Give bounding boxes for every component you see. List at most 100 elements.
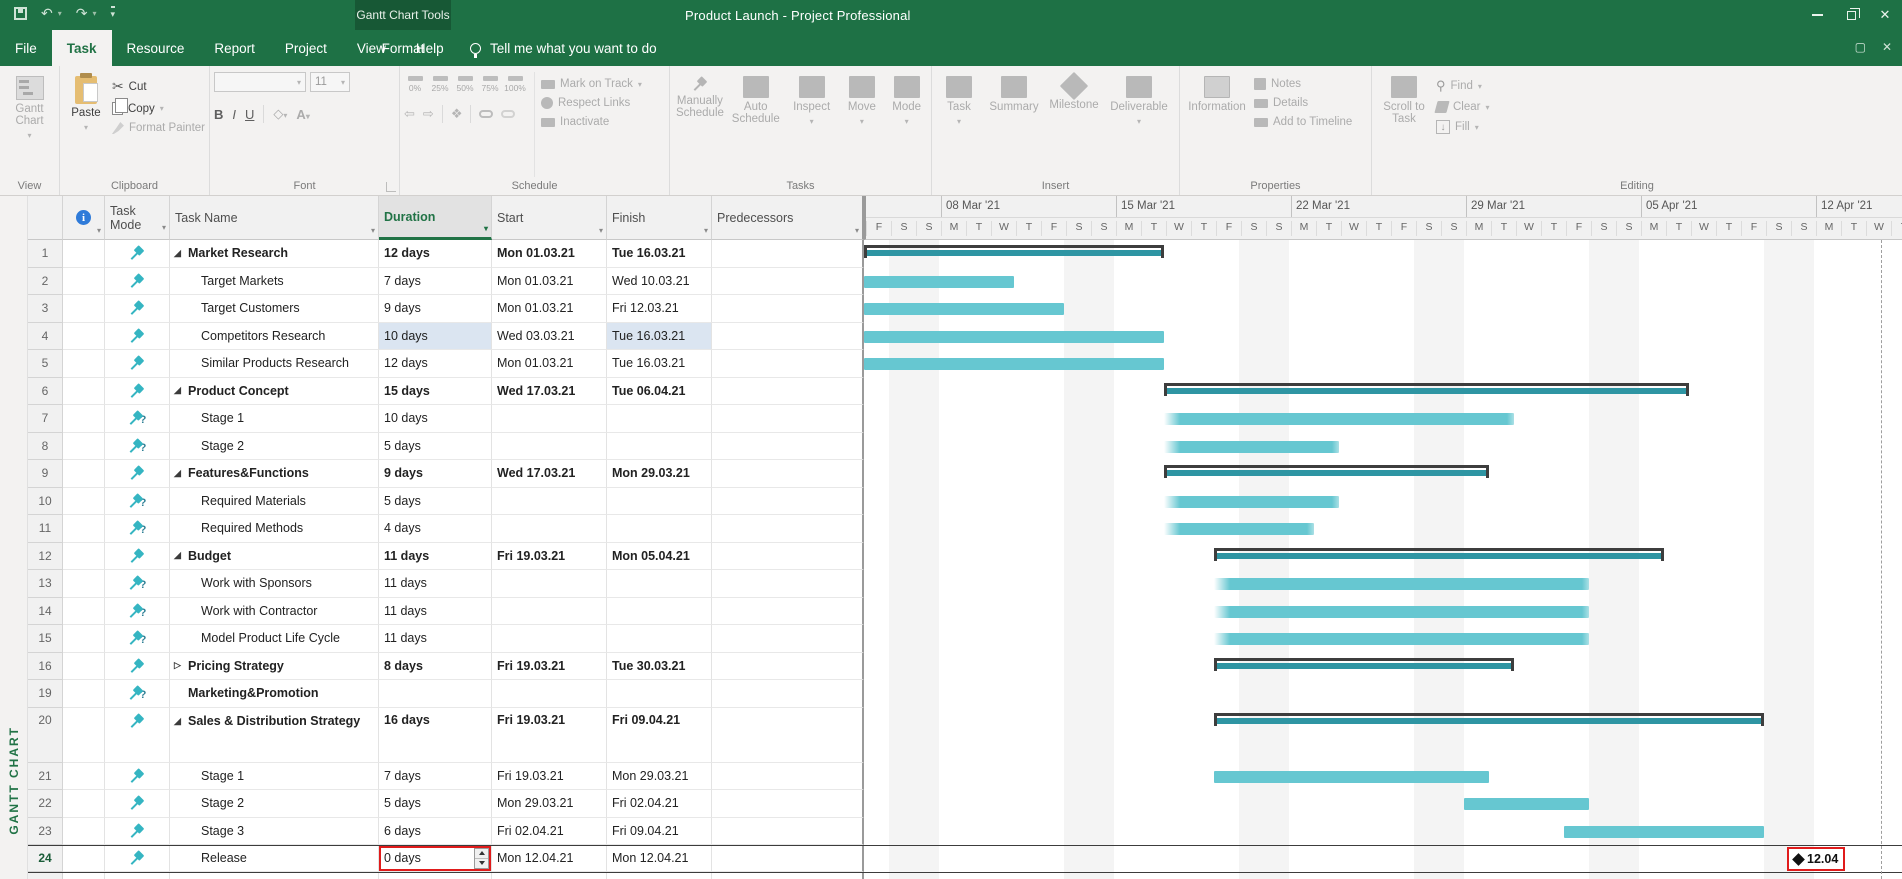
percent-complete-button-50[interactable]: 50% (454, 76, 476, 93)
task-mode-cell[interactable] (105, 323, 170, 351)
percent-complete-button-75[interactable]: 75% (479, 76, 501, 93)
task-row-16[interactable]: 16▷Pricing Strategy8 daysFri 19.03.21Tue… (28, 653, 1902, 681)
chart-row-area[interactable] (864, 268, 1902, 296)
start-cell[interactable] (492, 433, 607, 461)
font-name-combobox[interactable]: ▾ (214, 72, 306, 92)
task-mode-cell[interactable] (105, 790, 170, 818)
respect-links-button[interactable]: Respect Links (541, 97, 642, 109)
link-tasks-icon[interactable] (479, 110, 493, 118)
task-mode-cell[interactable] (105, 543, 170, 571)
row-number[interactable]: 14 (28, 598, 63, 626)
duration-cell[interactable]: 10 days (379, 405, 492, 433)
row-number[interactable]: 3 (28, 295, 63, 323)
duration-cell[interactable]: 8 days (379, 653, 492, 681)
details-button[interactable]: Details (1254, 97, 1352, 109)
duration-cell[interactable]: 11 days (379, 625, 492, 653)
finish-cell[interactable]: Tue 06.04.21 (607, 378, 712, 406)
paste-button[interactable]: Paste▾ (64, 72, 108, 177)
tab-report[interactable]: Report (199, 30, 270, 66)
start-cell[interactable]: Wed 17.03.21 (492, 378, 607, 406)
task-mode-cell[interactable]: ? (105, 488, 170, 516)
chart-row-area[interactable] (864, 708, 1902, 763)
percent-complete-button-25[interactable]: 25% (429, 76, 451, 93)
task-bar[interactable] (864, 276, 1014, 288)
summary-task-bar[interactable] (1164, 383, 1689, 397)
task-row-10[interactable]: 10?Required Materials5 days (28, 488, 1902, 516)
task-bar[interactable] (1214, 771, 1489, 783)
indicator-cell[interactable] (63, 268, 105, 296)
finish-cell[interactable] (607, 488, 712, 516)
task-name-cell[interactable]: Similar Products Research (170, 350, 379, 378)
duration-cell[interactable]: 6 days (379, 818, 492, 846)
task-bar[interactable] (1464, 798, 1589, 810)
chart-row-area[interactable] (864, 598, 1902, 626)
task-row-1[interactable]: 1◢Market Research12 daysMon 01.03.21Tue … (28, 240, 1902, 268)
finish-cell[interactable]: Mon 12.04.21 (607, 846, 712, 872)
collapse-triangle-icon[interactable]: ◢ (174, 713, 188, 730)
duration-cell[interactable]: 15 days (379, 378, 492, 406)
predecessors-cell[interactable] (712, 405, 864, 433)
clear-button[interactable]: Clear▾ (1436, 101, 1490, 113)
row-number[interactable]: 16 (28, 653, 63, 681)
duration-cell[interactable]: 5 days (379, 433, 492, 461)
chart-row-area[interactable] (864, 570, 1902, 598)
select-all-corner[interactable] (28, 196, 63, 240)
task-bar[interactable] (864, 358, 1164, 370)
finish-cell[interactable] (607, 598, 712, 626)
duration-cell[interactable]: 12 days (379, 350, 492, 378)
percent-complete-button-0[interactable]: 0% (404, 76, 426, 93)
start-cell[interactable] (492, 680, 607, 708)
finish-cell[interactable]: Tue 16.03.21 (607, 350, 712, 378)
finish-cell[interactable]: Mon 29.03.21 (607, 460, 712, 488)
tab-project[interactable]: Project (270, 30, 342, 66)
chart-row-area[interactable] (864, 350, 1902, 378)
column-header-predecessors[interactable]: Predecessors▾ (712, 196, 864, 240)
collapse-triangle-icon[interactable]: ◢ (174, 468, 188, 479)
duration-cell[interactable]: 5 days (379, 488, 492, 516)
predecessors-cell[interactable] (712, 378, 864, 406)
column-header-info[interactable]: i▾ (63, 196, 105, 240)
task-bar[interactable] (1214, 633, 1589, 645)
task-row-5[interactable]: 5 Similar Products Research12 daysMon 01.… (28, 350, 1902, 378)
predecessors-cell[interactable] (712, 323, 864, 351)
row-number[interactable]: 9 (28, 460, 63, 488)
indicator-cell[interactable] (63, 625, 105, 653)
chart-row-area[interactable] (864, 323, 1902, 351)
start-cell[interactable]: Mon 01.03.21 (492, 295, 607, 323)
task-mode-cell[interactable] (105, 653, 170, 681)
task-bar[interactable] (1164, 496, 1339, 508)
row-number[interactable]: 5 (28, 350, 63, 378)
task-mode-cell[interactable] (105, 708, 170, 763)
chart-row-area[interactable] (864, 543, 1902, 571)
task-row-11[interactable]: 11?Required Methods4 days (28, 515, 1902, 543)
duration-cell[interactable]: 16 days (379, 708, 492, 763)
redo-caret-icon[interactable]: ▾ (92, 9, 96, 18)
task-row-2[interactable]: 2Target Markets7 daysMon 01.03.21Wed 10.… (28, 268, 1902, 296)
indicator-cell[interactable] (63, 295, 105, 323)
predecessors-cell[interactable] (712, 295, 864, 323)
collapse-triangle-icon[interactable]: ◢ (174, 248, 188, 259)
start-cell[interactable] (492, 570, 607, 598)
duration-cell[interactable] (379, 680, 492, 708)
chart-row-area[interactable] (864, 653, 1902, 681)
column-header-task-name[interactable]: Task Name▾ (170, 196, 379, 240)
tab-file[interactable]: File (0, 30, 52, 66)
task-mode-cell[interactable]: ? (105, 433, 170, 461)
task-row-22[interactable]: 22Stage 25 daysMon 29.03.21Fri 02.04.21 (28, 790, 1902, 818)
column-header-finish[interactable]: Finish▾ (607, 196, 712, 240)
spinner-up-icon[interactable] (475, 849, 488, 859)
manually-schedule-button[interactable]: Manually Schedule (674, 72, 726, 177)
row-number[interactable]: 22 (28, 790, 63, 818)
start-cell[interactable]: Mon 01.03.21 (492, 350, 607, 378)
task-row-4[interactable]: 4Competitors Research10 daysWed 03.03.21… (28, 323, 1902, 351)
task-row-24[interactable]: 24Release0 daysMon 12.04.21Mon 12.04.211… (28, 845, 1902, 873)
start-cell[interactable]: Wed 03.03.21 (492, 323, 607, 351)
outdent-task-icon[interactable]: ⇦ (404, 106, 415, 122)
task-name-cell[interactable]: Target Customers (170, 295, 379, 323)
duration-cell[interactable]: 10 days (379, 323, 492, 351)
insert-task-button[interactable]: Task▾ (936, 72, 982, 177)
task-row-14[interactable]: 14?Work with Contractor11 days (28, 598, 1902, 626)
task-row-13[interactable]: 13?Work with Sponsors11 days (28, 570, 1902, 598)
close-button[interactable]: ✕ (1868, 0, 1902, 30)
indicator-cell[interactable] (63, 323, 105, 351)
